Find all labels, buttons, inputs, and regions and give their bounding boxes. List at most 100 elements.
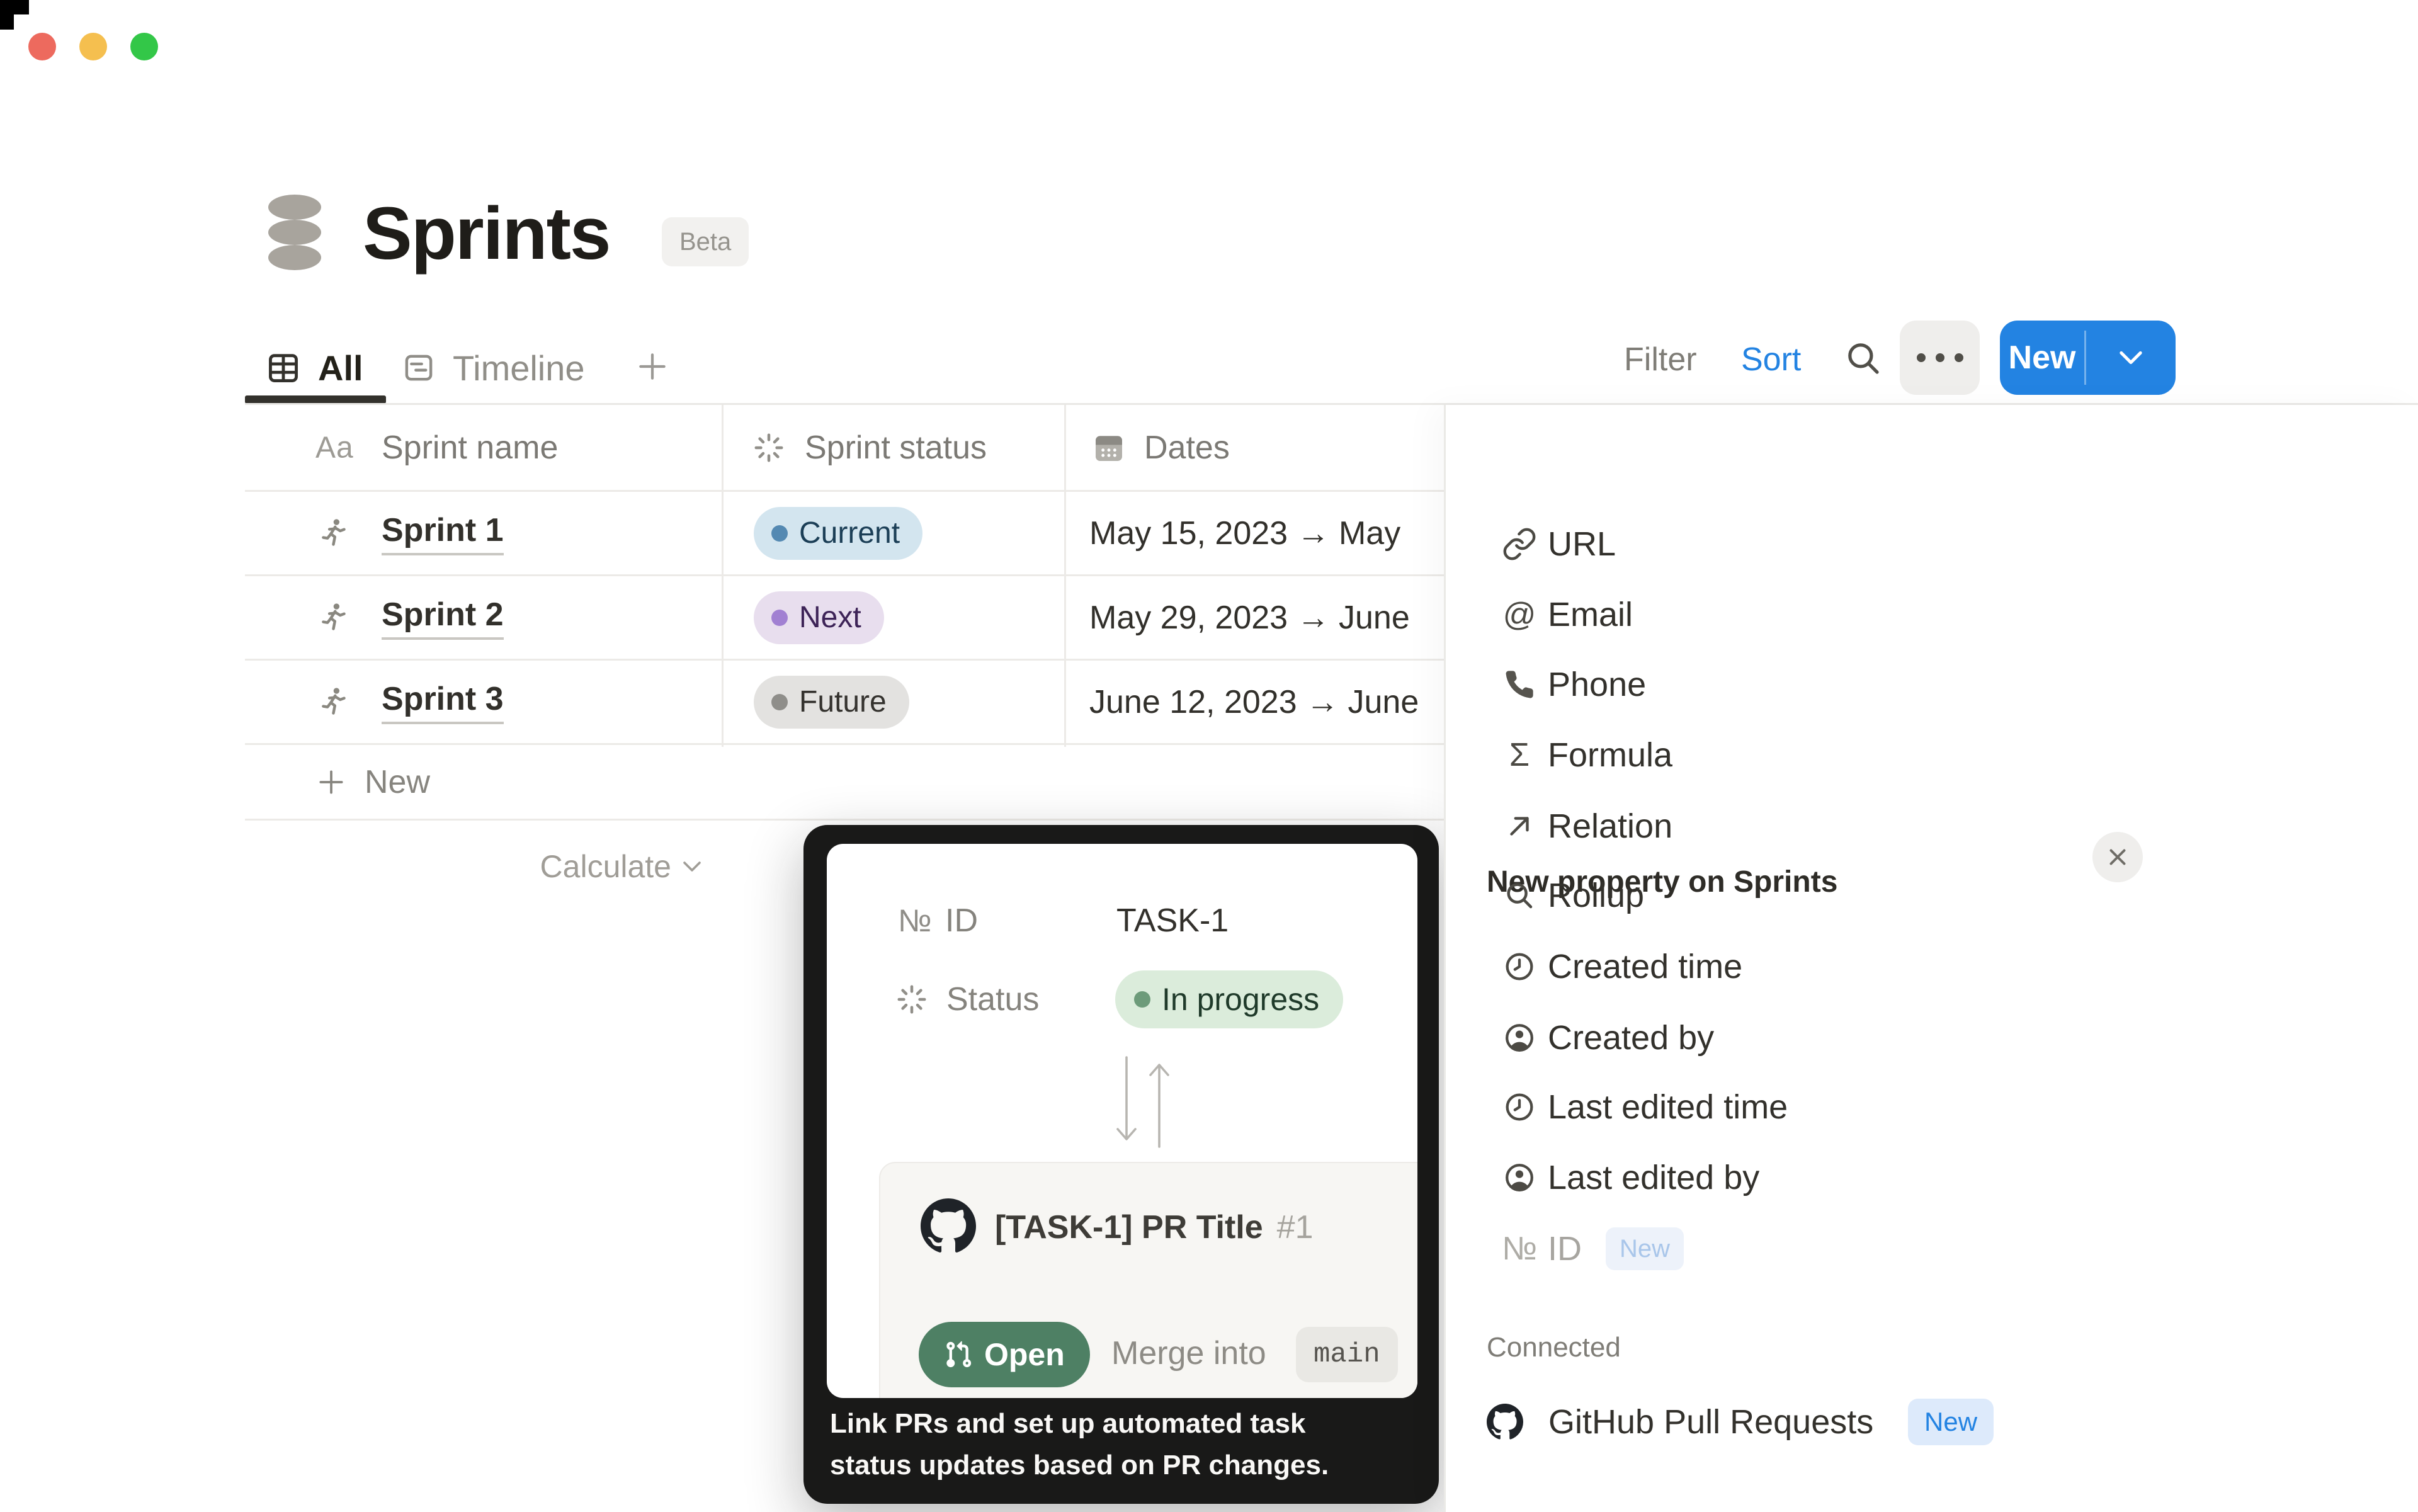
id-property-icon: №: [898, 899, 932, 943]
property-option-last-edited-by[interactable]: Last edited by: [1446, 1142, 2418, 1213]
property-option-created-by[interactable]: Created by: [1446, 1003, 2418, 1073]
tab-all[interactable]: All: [265, 339, 363, 397]
pr-open-badge: Open: [919, 1322, 1090, 1387]
sort-button[interactable]: Sort: [1741, 341, 1801, 378]
runner-icon: [315, 516, 351, 551]
person-icon: [1501, 1159, 1538, 1196]
runner-icon: [315, 600, 351, 635]
feature-caption: Link PRs and set up automated task statu…: [830, 1403, 1329, 1486]
pr-title: [TASK-1] PR Title: [995, 1208, 1263, 1246]
table-header-row: Aa Sprint name Sprint status: [245, 405, 1445, 492]
property-option-email[interactable]: @ Email: [1446, 579, 2418, 650]
status-property-label: Status: [946, 977, 1039, 1021]
chevron-down-icon: [683, 860, 701, 873]
add-row-button[interactable]: New: [245, 745, 1445, 821]
magnifier-icon: [1501, 877, 1538, 914]
plus-icon: [315, 766, 347, 798]
github-new-badge: New: [1908, 1399, 1994, 1445]
beta-badge: Beta: [662, 217, 749, 266]
new-record-button[interactable]: New: [2000, 321, 2084, 395]
runner-icon: [315, 685, 351, 720]
notion-sprints-window: Sprints Beta All Timeline Filte: [0, 0, 2418, 1512]
status-dot: [1134, 991, 1150, 1008]
timeline-view-icon: [401, 350, 436, 385]
numero-icon: №: [1501, 1231, 1538, 1267]
github-pr-card: [TASK-1] PR Title #1 Open Merge into mai…: [879, 1162, 1417, 1398]
status-dot: [771, 694, 788, 710]
tab-timeline[interactable]: Timeline: [401, 339, 585, 397]
person-icon: [1501, 1020, 1538, 1056]
minimize-window-button[interactable]: [79, 33, 107, 60]
clock-icon: [1501, 948, 1538, 985]
add-row-label: New: [365, 763, 430, 801]
status-dot: [771, 525, 788, 542]
github-pull-requests-label: GitHub Pull Requests: [1548, 1402, 1873, 1441]
phone-icon: [1501, 666, 1538, 703]
calculate-button[interactable]: Calculate: [245, 848, 722, 885]
status-dot: [771, 610, 788, 626]
id-new-badge: New: [1606, 1227, 1684, 1270]
page-title: Sprints: [363, 186, 610, 281]
github-feature-popup: № ID TASK-1 Status In progress: [803, 825, 1439, 1504]
property-option-created-time[interactable]: Created time: [1446, 931, 2418, 1002]
merge-into-label: Merge into: [1111, 1334, 1266, 1372]
at-sign-icon: @: [1501, 596, 1538, 633]
tab-all-label: All: [318, 348, 363, 389]
property-option-url[interactable]: URL: [1446, 509, 2418, 579]
table-row[interactable]: Sprint 2 Next May 29, 2023 → June: [245, 576, 1445, 661]
link-icon: [1501, 526, 1538, 562]
status-badge[interactable]: Current: [754, 507, 922, 560]
table-view-icon: [265, 350, 302, 386]
calculate-label: Calculate: [540, 848, 671, 885]
branch-chip: main: [1296, 1327, 1398, 1382]
task-id-value: TASK-1: [1116, 899, 1229, 943]
window-controls: [28, 33, 158, 60]
tab-timeline-label: Timeline: [453, 348, 585, 389]
status-property-icon: [895, 982, 929, 1016]
sprint-name-link[interactable]: Sprint 3: [382, 680, 504, 724]
more-options-button[interactable]: [1900, 321, 1980, 395]
date-range-cell[interactable]: May 29, 2023 → June: [1089, 599, 1410, 637]
sync-arrows-icon: [1099, 1055, 1187, 1149]
pull-request-icon: [944, 1340, 973, 1369]
column-header-sprint-status[interactable]: Sprint status: [805, 429, 987, 467]
status-property-icon: [752, 431, 786, 465]
status-badge[interactable]: Future: [754, 676, 909, 729]
github-pull-requests-option[interactable]: GitHub Pull Requests New: [1446, 1385, 2418, 1459]
new-property-panel: New property on Sprints URL @ Email: [1444, 405, 2418, 1512]
sprint-name-link[interactable]: Sprint 1: [382, 511, 504, 555]
add-view-button[interactable]: [627, 336, 678, 397]
date-property-icon: [1091, 430, 1127, 465]
filter-button[interactable]: Filter: [1624, 341, 1697, 378]
clock-icon: [1501, 1089, 1538, 1125]
new-record-split-button[interactable]: New: [2000, 321, 2176, 395]
property-option-formula[interactable]: Σ Formula: [1446, 720, 2418, 790]
property-option-last-edited-time[interactable]: Last edited time: [1446, 1072, 2418, 1142]
pr-number: #1: [1277, 1208, 1314, 1246]
text-property-icon: Aa: [315, 430, 354, 465]
table-row[interactable]: Sprint 3 Future June 12, 2023 → June: [245, 661, 1445, 745]
property-option-id[interactable]: № ID New: [1446, 1214, 2418, 1284]
column-header-sprint-name[interactable]: Sprint name: [382, 429, 558, 467]
search-icon[interactable]: [1842, 338, 1884, 379]
database-icon: [267, 195, 322, 270]
new-record-dropdown[interactable]: [2086, 321, 2176, 395]
date-range-cell[interactable]: June 12, 2023 → June: [1089, 683, 1419, 721]
sprint-name-link[interactable]: Sprint 2: [382, 596, 504, 640]
zoom-window-button[interactable]: [130, 33, 158, 60]
id-property-label: ID: [945, 899, 978, 943]
property-option-phone[interactable]: Phone: [1446, 649, 2418, 720]
sigma-icon: Σ: [1501, 737, 1538, 773]
close-window-button[interactable]: [28, 33, 56, 60]
property-option-rollup[interactable]: Rollup: [1446, 860, 2418, 931]
github-logo-icon: [1487, 1404, 1523, 1440]
connected-section-header: Connected: [1487, 1332, 1621, 1363]
arrow-up-right-icon: [1501, 808, 1538, 844]
status-badge-in-progress: In progress: [1115, 970, 1343, 1028]
date-range-cell[interactable]: May 15, 2023 → May: [1089, 514, 1400, 552]
task-preview-card: № ID TASK-1 Status In progress: [827, 844, 1417, 1398]
status-badge[interactable]: Next: [754, 591, 884, 644]
column-header-dates[interactable]: Dates: [1144, 429, 1230, 467]
property-option-relation[interactable]: Relation: [1446, 791, 2418, 861]
table-row[interactable]: Sprint 1 Current May 15, 2023 → May: [245, 492, 1445, 576]
